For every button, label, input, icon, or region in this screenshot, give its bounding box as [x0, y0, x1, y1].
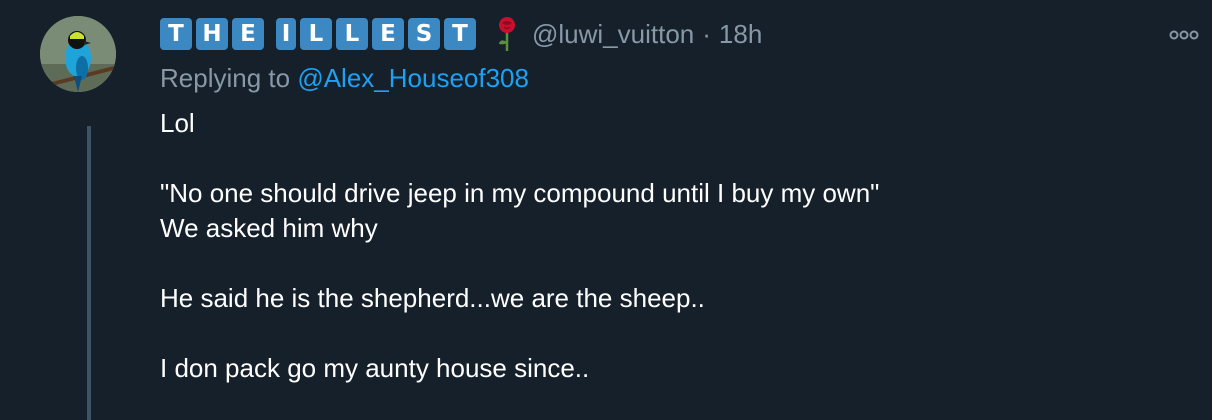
- name-letter-box: H: [196, 18, 228, 50]
- name-letter-box: S: [408, 18, 440, 50]
- tweet-line: I don pack go my aunty house since..: [160, 353, 590, 383]
- tweet-paragraph: "No one should drive jeep in my compound…: [160, 176, 1182, 246]
- name-letter-box: T: [160, 18, 192, 50]
- separator-dot: ·: [702, 18, 711, 49]
- tweet-paragraph: Lol: [160, 106, 1182, 141]
- reply-to-link[interactable]: @Alex_Houseof308: [297, 63, 529, 93]
- user-handle[interactable]: @luwi_vuitton: [532, 19, 694, 50]
- name-letter-box: L: [300, 18, 332, 50]
- tweet-text: Lol "No one should drive jeep in my compo…: [160, 106, 1182, 386]
- tweet-paragraph: I don pack go my aunty house since..: [160, 351, 1182, 386]
- more-options-icon[interactable]: [1164, 22, 1204, 48]
- name-letter-box: T: [444, 18, 476, 50]
- tweet-paragraph: He said he is the shepherd...we are the …: [160, 281, 1182, 316]
- reply-prefix: Replying to: [160, 63, 291, 93]
- name-letter-box: E: [232, 18, 264, 50]
- name-letter-box: I: [276, 18, 296, 50]
- name-letter-box: L: [336, 18, 368, 50]
- tweet-line: He said he is the shepherd...we are the …: [160, 283, 705, 313]
- avatar[interactable]: [40, 16, 116, 92]
- rose-icon: [499, 17, 515, 51]
- tweet-timestamp[interactable]: 18h: [719, 19, 762, 50]
- bird-avatar-icon: [40, 16, 116, 92]
- tweet-card[interactable]: THEILLEST @luwi_vuitton · 18h Replying t…: [0, 0, 1212, 420]
- tweet-content: THEILLEST @luwi_vuitton · 18h Replying t…: [160, 14, 1182, 420]
- thread-line: [87, 126, 91, 420]
- tweet-header: THEILLEST @luwi_vuitton · 18h: [160, 14, 1182, 54]
- display-name[interactable]: THEILLEST: [160, 18, 480, 50]
- tweet-line: We asked him why: [160, 213, 378, 243]
- name-letter-box: E: [372, 18, 404, 50]
- tweet-line: Lol: [160, 108, 195, 138]
- replying-to: Replying to @Alex_Houseof308: [160, 60, 1182, 96]
- tweet-line: "No one should drive jeep in my compound…: [160, 178, 880, 208]
